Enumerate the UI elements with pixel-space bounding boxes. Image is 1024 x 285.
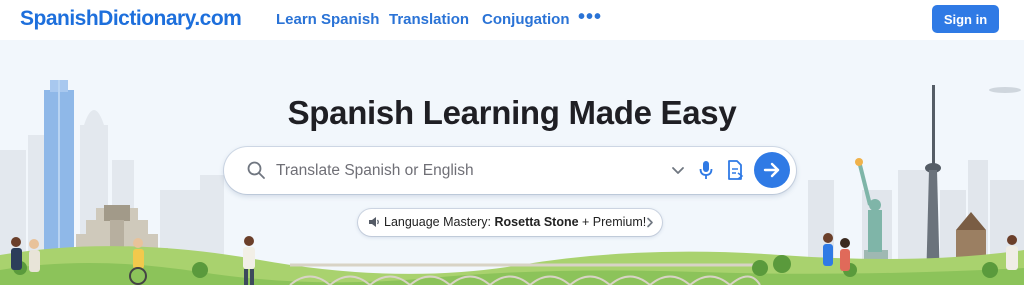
nav-link-conjugation[interactable]: Conjugation [482,11,569,28]
more-menu-icon[interactable]: ••• [578,6,602,29]
top-nav: SpanishDictionary.com Learn Spanish Tran… [0,0,1024,40]
search-bar [224,147,796,194]
hero-section: Spanish Learning Made Easy Translate Spa… [0,40,1024,285]
document-icon[interactable] [726,160,744,180]
speaker-icon [369,217,379,227]
search-input[interactable] [276,157,656,184]
nav-link-translation[interactable]: Translation [389,11,469,28]
translate-submit-button[interactable] [754,152,790,188]
promo-pill[interactable]: Language Mastery: Rosetta Stone + Premiu… [358,209,662,236]
promo-text: Language Mastery: Rosetta Stone + Premiu… [384,215,647,229]
chevron-right-icon [647,217,653,228]
sign-in-button[interactable]: Sign in [932,5,999,33]
microphone-icon[interactable] [698,160,714,180]
arrow-right-icon [763,162,780,178]
nav-link-learn-spanish[interactable]: Learn Spanish [276,11,379,28]
page-title: Spanish Learning Made Easy [287,94,737,131]
chevron-down-icon[interactable] [670,162,686,178]
site-logo[interactable]: SpanishDictionary.com [20,7,242,31]
search-icon [247,161,265,179]
